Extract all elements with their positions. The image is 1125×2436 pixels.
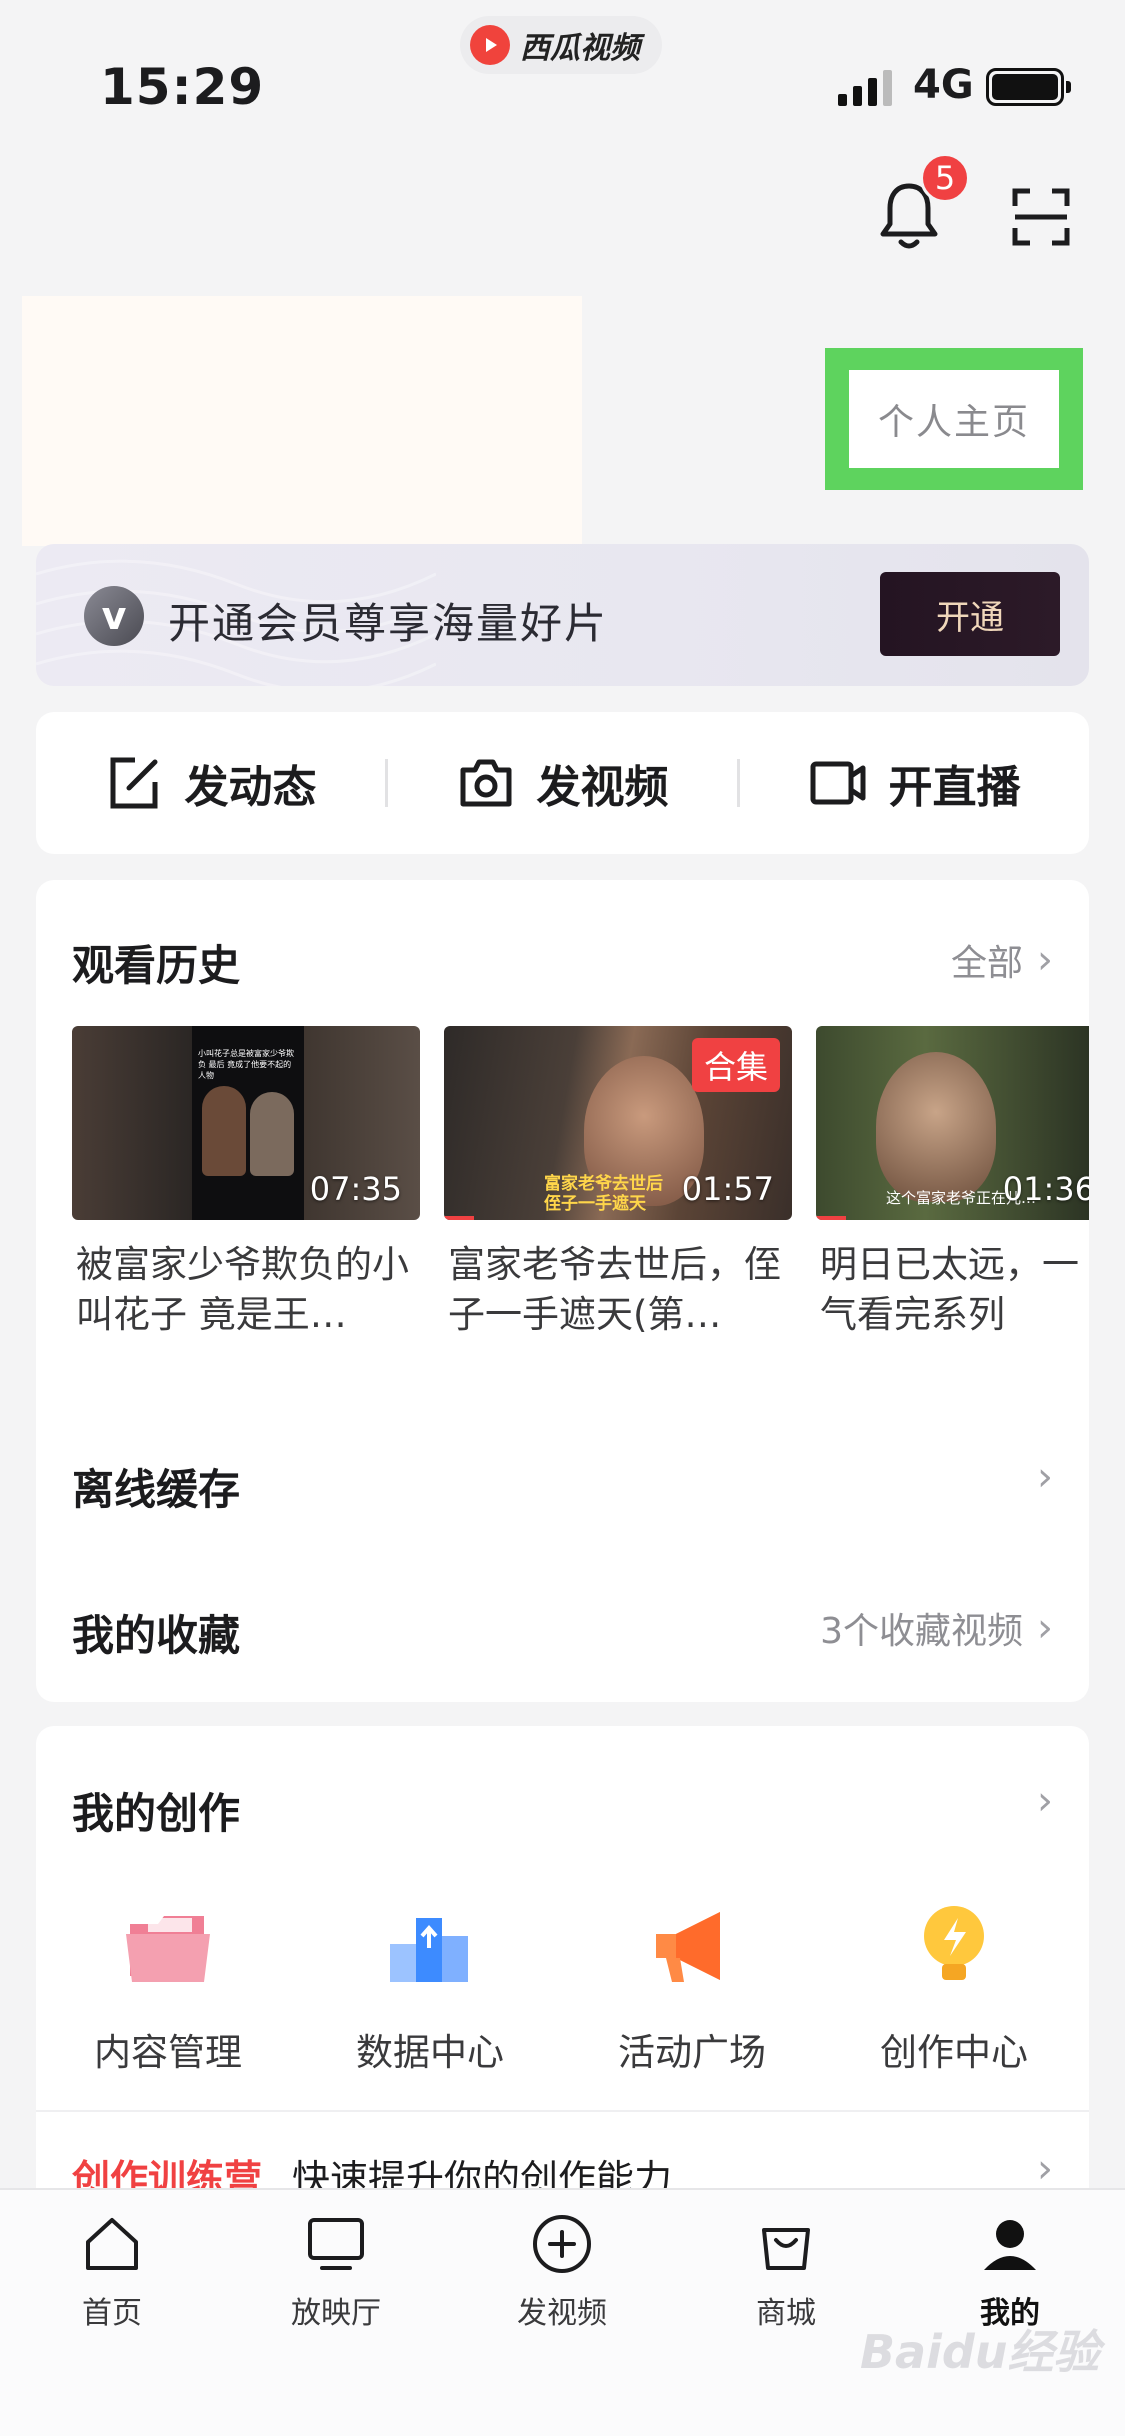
chevron-right-icon: ›: [1037, 1778, 1053, 1824]
bottom-tab-bar: 首页 放映厅 发视频 商城 我的: [0, 2188, 1125, 2436]
thumb-caption-text: 富家老爷去世后 侄子一手遮天: [544, 1174, 663, 1214]
favorites-row[interactable]: 我的收藏 3个收藏视频 ›: [36, 1566, 1089, 1686]
post-update-button[interactable]: 发动态: [36, 751, 385, 815]
history-all-label: 全部: [950, 943, 1023, 984]
post-update-label: 发动态: [184, 762, 317, 813]
edit-icon: [110, 757, 157, 809]
homepage-highlight: 个人主页: [825, 348, 1083, 490]
go-live-button[interactable]: 开直播: [740, 751, 1089, 815]
tab-label: 商城: [756, 2296, 816, 2331]
profile-icon: [984, 2220, 1036, 2270]
creation-title: 我的创作: [72, 1789, 241, 1838]
network-type: 4G: [913, 62, 974, 108]
thumb-caption-text: 小叫花子总是被富家少爷欺负 最后 竟成了他要不起的人物: [198, 1049, 294, 1080]
tool-label: 创作中心: [880, 2031, 1028, 2074]
collection-tag: 合集: [691, 1038, 780, 1092]
scan-icon[interactable]: [1012, 188, 1070, 246]
tv-icon: [308, 2218, 364, 2270]
data-center-button[interactable]: 数据中心: [330, 1896, 530, 2076]
video-duration: 01:57: [681, 1170, 774, 1208]
vip-promo-text: 开通会员尊享海量好片: [168, 599, 609, 648]
offline-cache-row[interactable]: 离线缓存 ›: [36, 1420, 1089, 1540]
history-item-title[interactable]: 富家老爷去世后，侄子一手遮天(第…: [448, 1240, 788, 1340]
personal-homepage-button[interactable]: 个人主页: [849, 370, 1059, 468]
video-duration: 01:36: [1002, 1170, 1089, 1208]
post-video-button[interactable]: 发视频: [388, 751, 737, 815]
status-time: 15:29: [100, 58, 265, 116]
xigua-logo-icon: [470, 25, 510, 65]
favorites-summary: 3个收藏视频 ›: [820, 1602, 1053, 1654]
video-duration: 07:35: [309, 1170, 402, 1208]
home-icon: [86, 2218, 138, 2270]
quick-actions-card: 发动态 发视频 开直播: [36, 712, 1089, 854]
profile-info-redacted[interactable]: [22, 296, 582, 546]
plus-circle-icon: [533, 2215, 591, 2273]
favorites-title: 我的收藏: [72, 1611, 241, 1660]
post-video-label: 发视频: [536, 762, 669, 813]
tab-home[interactable]: 首页: [22, 2212, 202, 2332]
tool-label: 数据中心: [356, 2031, 504, 2074]
folder-icon: [126, 1916, 210, 1982]
tab-label: 发视频: [517, 2296, 607, 2331]
my-creation-row[interactable]: 我的创作 ›: [36, 1726, 1089, 1866]
tab-theater[interactable]: 放映厅: [246, 2212, 426, 2332]
chevron-right-icon: ›: [1037, 937, 1053, 983]
tab-label: 首页: [82, 2296, 142, 2331]
activity-plaza-button[interactable]: 活动广场: [592, 1896, 792, 2076]
offline-cache-title: 离线缓存: [72, 1465, 241, 1514]
vip-logo-icon: v: [84, 586, 144, 646]
chevron-right-icon: ›: [1037, 2146, 1053, 2192]
signal-icon: [838, 66, 892, 106]
history-thumbnail[interactable]: 小叫花子总是被富家少爷欺负 最后 竟成了他要不起的人物 07:35: [72, 1026, 420, 1220]
go-live-label: 开直播: [888, 762, 1021, 813]
tab-post-video[interactable]: 发视频: [472, 2212, 652, 2332]
history-item-title[interactable]: 被富家少爷欺负的小叫花子 竟是王…: [76, 1240, 416, 1340]
vip-banner[interactable]: v 开通会员尊享海量好片 开通: [36, 544, 1089, 686]
video-camera-icon: [810, 761, 865, 805]
tab-mine[interactable]: 我的: [920, 2212, 1100, 2332]
app-indicator-pill[interactable]: 西瓜视频: [460, 16, 662, 74]
chevron-right-icon: ›: [1037, 1454, 1053, 1500]
tool-label: 活动广场: [618, 2031, 766, 2074]
app-indicator-label: 西瓜视频: [520, 31, 640, 66]
battery-icon: [986, 68, 1071, 106]
vip-open-button[interactable]: 开通: [880, 572, 1060, 656]
tab-label: 放映厅: [291, 2296, 381, 2331]
tab-mall[interactable]: 商城: [696, 2212, 876, 2332]
favorites-count-label: 3个收藏视频: [820, 1611, 1023, 1652]
history-item-title[interactable]: 明日已太远，一气看完系列: [820, 1240, 1089, 1340]
bulb-icon: [924, 1906, 984, 1980]
tool-label: 内容管理: [94, 2031, 242, 2074]
content-management-button[interactable]: 内容管理: [68, 1896, 268, 2076]
creator-center-button[interactable]: 创作中心: [854, 1896, 1054, 2076]
notification-badge: 5: [920, 153, 970, 203]
chevron-right-icon: ›: [1037, 1605, 1053, 1651]
shopping-bag-icon: [762, 2228, 810, 2270]
history-all-link[interactable]: 全部 ›: [951, 934, 1053, 986]
history-card: 观看历史 全部 › 小叫花子总是被富家少爷欺负 最后 竟成了他要不起的人物 07…: [36, 880, 1089, 1702]
chart-icon: [390, 1918, 468, 1982]
baidu-watermark: Baidu经验: [860, 2325, 1100, 2379]
history-title: 观看历史: [72, 941, 241, 990]
camera-icon: [460, 759, 511, 807]
divider: [36, 2110, 1089, 2112]
history-thumbnail[interactable]: 这个富家老爷正在儿… 01:36: [816, 1026, 1089, 1220]
history-thumbnail[interactable]: 合集 富家老爷去世后 侄子一手遮天 01:57: [444, 1026, 792, 1220]
megaphone-icon: [656, 1912, 720, 1982]
